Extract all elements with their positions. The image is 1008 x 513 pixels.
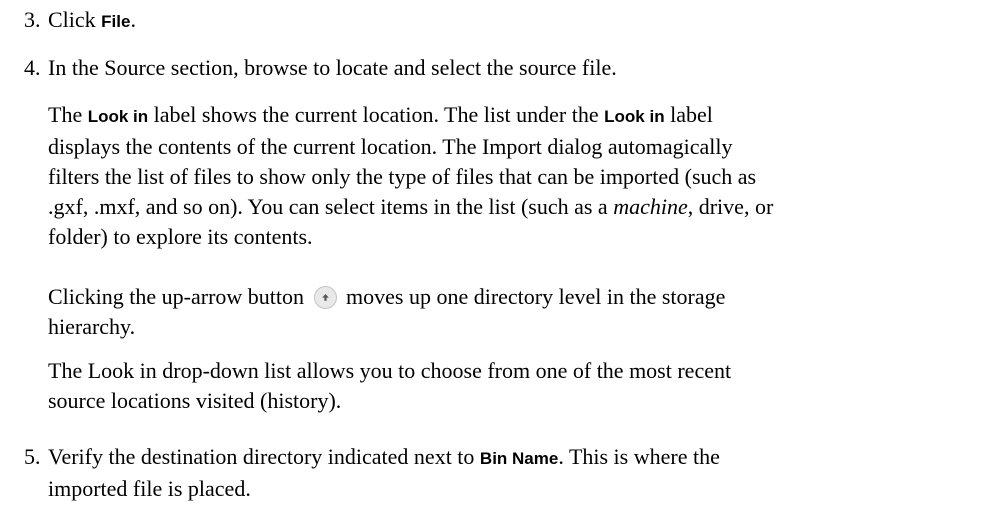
up-arrow-button-icon [313,286,337,309]
text-run: moves up one directory level in the stor… [340,284,726,309]
paragraph-line: The Look in label shows the current loca… [48,100,1008,132]
paragraph-line: The Look in drop-down list allows you to… [48,358,732,383]
step-line: imported file is placed. [48,476,251,501]
step-number: 3. [24,7,41,32]
step-text: In the Source section, browse to locate … [48,55,617,80]
text-run: label [664,102,713,127]
paragraph-line: filters the list of files to show only t… [48,164,757,189]
text-run: , drive, or [687,194,774,219]
step-number: 4. [24,55,41,80]
paragraph-line: hierarchy. [48,314,136,339]
step-text: . [130,7,136,32]
ui-term-file: File [101,12,131,31]
step-line: 5. Verify the destination directory indic… [24,442,720,474]
paragraph-line: Clicking the up-arrow button moves up on… [48,282,1008,312]
look-in-paragraph: The Look in label shows the current loca… [48,100,1008,252]
step-text: Verify the destination directory indicat… [48,444,480,469]
paragraph-line: .gxf, .mxf, and so on). You can select i… [48,192,1008,222]
step-5: 5. Verify the destination directory indic… [24,442,720,504]
emphasis-machine: machine [613,194,688,219]
ui-term-look-in: Look in [604,107,665,126]
step-3: 3. Click File. [24,5,136,37]
step-text: Click [48,7,102,32]
history-paragraph: The Look in drop-down list allows you to… [48,356,1008,416]
text-run: Clicking the up-arrow button [48,284,310,309]
step-text: . This is where the [558,444,720,469]
ui-term-look-in: Look in [87,107,149,126]
paragraph-line: source locations visited (history). [48,388,342,413]
text-run: The [48,102,88,127]
paragraph-line: displays the contents of the current loc… [48,134,733,159]
text-run: .gxf, .mxf, and so on). You can select i… [48,194,614,219]
step-4: 4. In the Source section, browse to locat… [24,53,617,83]
step-number: 5. [24,444,41,469]
ui-term-bin-name: Bin Name [479,449,559,468]
paragraph-line: folder) to explore its contents. [48,224,313,249]
up-arrow-paragraph: Clicking the up-arrow button moves up on… [48,282,1008,342]
text-run: label shows the current location. The li… [148,102,605,127]
